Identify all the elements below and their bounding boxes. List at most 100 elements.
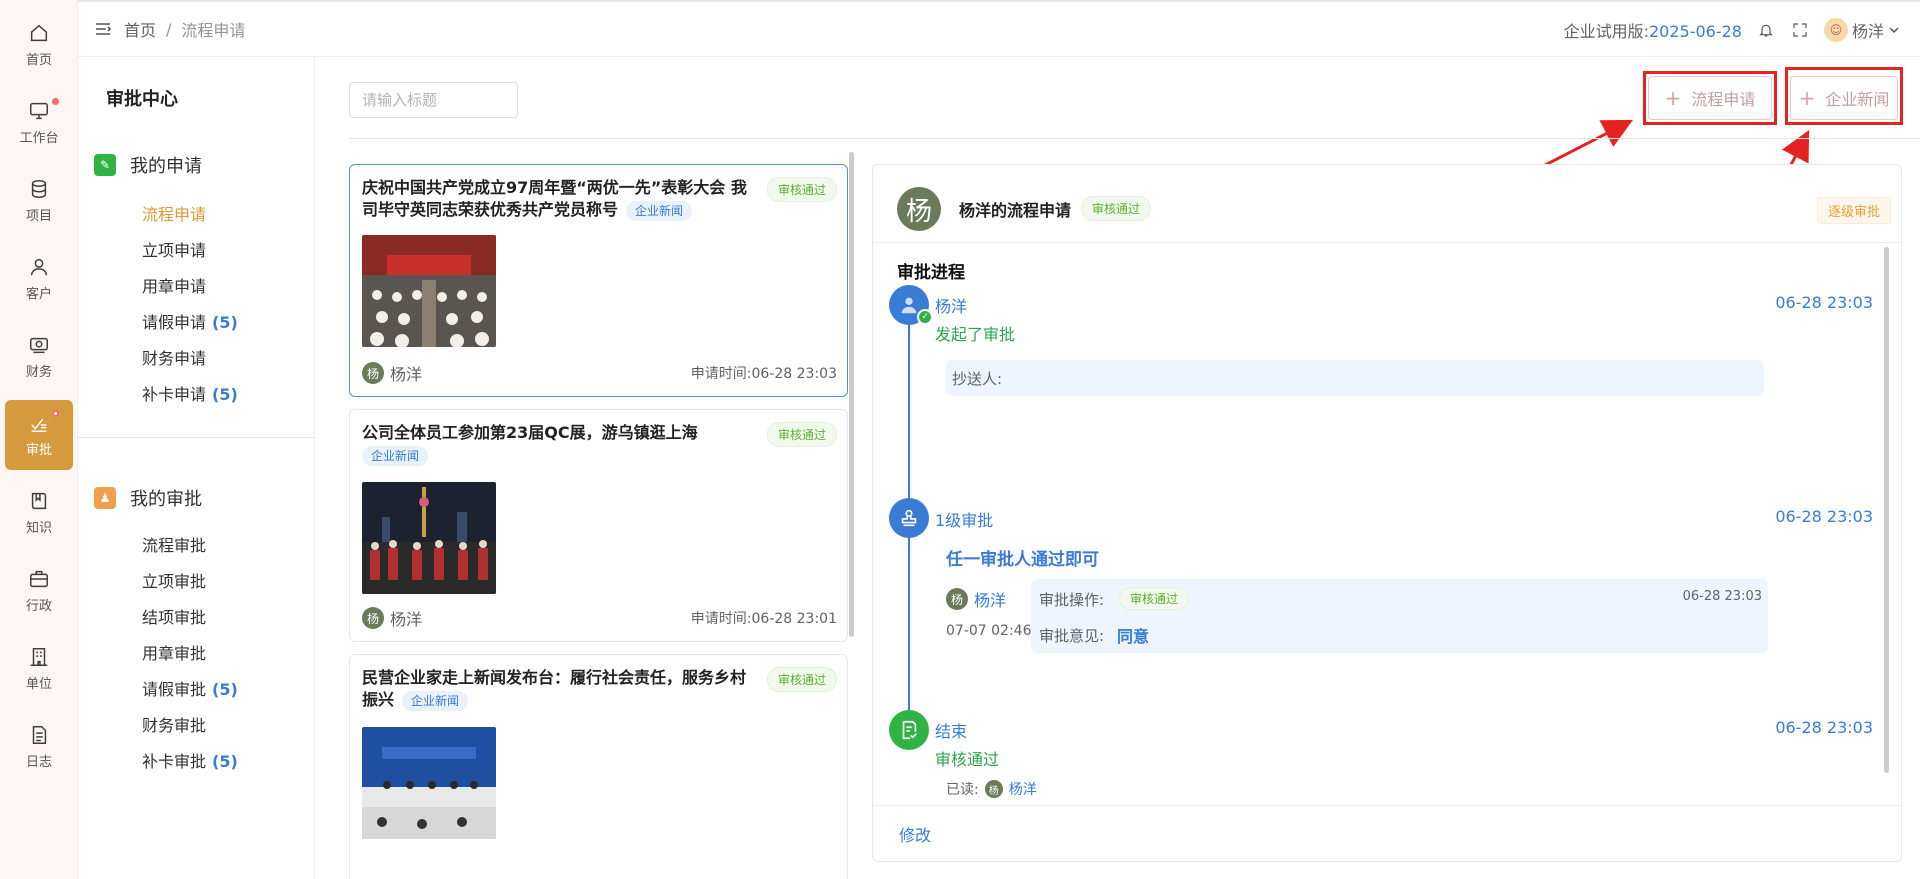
rail-item-admin[interactable]: 行政 bbox=[5, 556, 73, 626]
sidebar-item-project-apply[interactable]: 立项申请 bbox=[142, 237, 212, 261]
rail-item-unit[interactable]: 单位 bbox=[5, 634, 73, 704]
top-right-area: 企业试用版:2025-06-28 ☺ 杨洋 bbox=[1564, 2, 1900, 57]
rail-item-log[interactable]: 日志 bbox=[5, 712, 73, 782]
user-icon bbox=[30, 258, 48, 276]
list-item[interactable]: 庆祝中国共产党成立97周年暨“两优一先”表彰大会 我司毕守英同志荣获优秀共产党员… bbox=[349, 164, 848, 397]
trial-info: 企业试用版:2025-06-28 bbox=[1564, 18, 1742, 42]
sidebar-item-process-apply[interactable]: 流程申请 bbox=[142, 201, 212, 225]
step-time: 06-28 23:03 bbox=[1775, 293, 1873, 312]
step-name: 结束 bbox=[935, 722, 968, 741]
rail-item-knowledge[interactable]: 知识 bbox=[5, 478, 73, 548]
toolbar-divider bbox=[349, 138, 1920, 139]
stamp-icon bbox=[901, 509, 917, 527]
progress-title: 审批进程 bbox=[897, 263, 965, 283]
bell-icon[interactable] bbox=[1756, 20, 1776, 40]
item-time: 申请时间:06-28 23:01 bbox=[690, 611, 837, 627]
step-status: 发起了审批 bbox=[935, 325, 1016, 344]
section-my-approval: ♟ 我的审批 bbox=[94, 485, 202, 511]
detail-header: 杨 杨洋的流程申请 审核通过 逐级审批 bbox=[873, 165, 1901, 243]
cc-label: 抄送人: bbox=[952, 370, 1003, 388]
item-title: 民营企业家走上新闻发布台：履行社会责任，服务乡村振兴 企业新闻 bbox=[362, 668, 747, 711]
breadcrumb-home[interactable]: 首页 bbox=[124, 17, 156, 41]
building-icon bbox=[30, 648, 48, 666]
status-badge: 审核通过 bbox=[1119, 587, 1190, 610]
item-author: 杨杨洋 bbox=[362, 606, 422, 630]
opinion-value: 同意 bbox=[1117, 627, 1150, 646]
sidebar-item-leave-approval[interactable]: 请假审批 (5) bbox=[142, 676, 238, 700]
step-time: 06-28 23:03 bbox=[1775, 718, 1873, 737]
sidebar-item-seal-approval[interactable]: 用章审批 bbox=[142, 640, 212, 664]
sidebar-item-seal-apply[interactable]: 用章申请 bbox=[142, 273, 212, 297]
read-list: 已读: 杨杨洋 bbox=[946, 780, 1037, 798]
rail-item-finance[interactable]: 财务 bbox=[5, 322, 73, 392]
step-name: 1级审批 bbox=[935, 511, 994, 530]
list-item[interactable]: 公司全体员工参加第23届QC展，游乌镇逛上海 企业新闻 审核通过 杨杨洋 申请时间… bbox=[349, 409, 848, 642]
avatar: 杨 bbox=[946, 588, 968, 610]
news-tag: 企业新闻 bbox=[402, 691, 469, 711]
rail-item-customer[interactable]: 客户 bbox=[5, 244, 73, 314]
avatar: 杨 bbox=[362, 362, 384, 384]
step-name[interactable]: 杨洋 bbox=[935, 293, 967, 317]
menu-toggle-icon[interactable] bbox=[94, 20, 112, 38]
list-scrollbar[interactable] bbox=[849, 152, 854, 637]
breadcrumb-separator: / bbox=[166, 19, 172, 39]
item-footer: 杨杨洋 申请时间:06-28 23:03 bbox=[362, 361, 837, 385]
rail-item-project[interactable]: 项目 bbox=[5, 166, 73, 236]
title-search-input[interactable] bbox=[349, 82, 518, 118]
op-time: 06-28 23:03 bbox=[1682, 589, 1762, 604]
status-badge: 审核通过 bbox=[766, 422, 837, 447]
sidebar-item-project-approval[interactable]: 立项审批 bbox=[142, 568, 212, 592]
sidebar-item-close-approval[interactable]: 结项审批 bbox=[142, 604, 212, 628]
end-node bbox=[889, 710, 929, 750]
rail-item-home[interactable]: 首页 bbox=[5, 10, 73, 80]
rail-item-workbench[interactable]: 工作台 bbox=[5, 88, 73, 158]
sidebar-item-card-approval[interactable]: 补卡审批 (5) bbox=[142, 748, 238, 772]
detail-scrollbar[interactable] bbox=[1884, 247, 1889, 773]
annotation-box-1 bbox=[1643, 71, 1777, 125]
section-label: 我的审批 bbox=[130, 489, 202, 510]
user-menu[interactable]: ☺ 杨洋 bbox=[1823, 17, 1900, 42]
top-bar: 首页 / 流程申请 企业试用版:2025-06-28 ☺ 杨洋 bbox=[78, 2, 1920, 57]
check-icon: ✓ bbox=[917, 309, 933, 325]
status-badge: 审核通过 bbox=[1081, 196, 1152, 221]
item-title: 庆祝中国共产党成立97周年暨“两优一先”表彰大会 我司毕守英同志荣获优秀共产党员… bbox=[362, 178, 747, 221]
sidebar-item-leave-apply[interactable]: 请假申请 (5) bbox=[142, 309, 238, 333]
op-label: 审批操作: bbox=[1039, 591, 1105, 609]
document-check-icon bbox=[902, 720, 917, 740]
item-thumbnail bbox=[362, 482, 496, 594]
item-author: 杨杨洋 bbox=[362, 361, 422, 385]
monitor-icon bbox=[30, 102, 48, 120]
sidebar-item-card-apply[interactable]: 补卡申请 (5) bbox=[142, 381, 238, 405]
avatar: 杨 bbox=[897, 187, 941, 231]
sidebar-item-finance-apply[interactable]: 财务申请 bbox=[142, 345, 212, 369]
list-item[interactable]: 民营企业家走上新闻发布台：履行社会责任，服务乡村振兴 企业新闻 审核通过 bbox=[349, 654, 848, 879]
timeline-line bbox=[908, 315, 910, 517]
sidebar-divider bbox=[78, 437, 315, 438]
approver-icon: ♟ bbox=[94, 487, 116, 509]
sidebar-item-finance-approval[interactable]: 财务审批 bbox=[142, 712, 212, 736]
detail-footer: 修改 bbox=[873, 805, 1901, 861]
edit-button[interactable]: 修改 bbox=[899, 822, 931, 846]
approval-rule: 任一审批人通过即可 bbox=[946, 550, 1099, 570]
sidebar-item-process-approval[interactable]: 流程审批 bbox=[142, 532, 212, 556]
rail-item-approval[interactable]: 审批 bbox=[5, 400, 73, 470]
trial-label: 企业试用版: bbox=[1563, 21, 1649, 41]
cc-box: 抄送人: bbox=[946, 360, 1764, 396]
trial-date: 2025-06-28 bbox=[1649, 21, 1742, 41]
timeline-line bbox=[908, 537, 910, 712]
book-icon bbox=[31, 492, 47, 510]
opinion-label: 审批意见: bbox=[1039, 627, 1105, 645]
item-thumbnail bbox=[362, 727, 496, 839]
approval-icon bbox=[31, 418, 47, 432]
user-avatar: ☺ bbox=[1823, 17, 1848, 42]
approver[interactable]: 杨杨洋 bbox=[946, 587, 1006, 611]
finance-icon bbox=[30, 337, 48, 354]
news-tag: 企业新闻 bbox=[362, 446, 429, 466]
step-status: 审核通过 bbox=[935, 750, 1000, 769]
approver-node bbox=[889, 498, 929, 538]
item-time: 申请时间:06-28 23:03 bbox=[690, 366, 837, 382]
fullscreen-icon[interactable] bbox=[1790, 20, 1810, 40]
breadcrumb-current: 流程申请 bbox=[181, 21, 246, 40]
approver-date: 07-07 02:46 bbox=[946, 623, 1032, 639]
detail-title: 杨洋的流程申请 bbox=[959, 201, 1072, 220]
